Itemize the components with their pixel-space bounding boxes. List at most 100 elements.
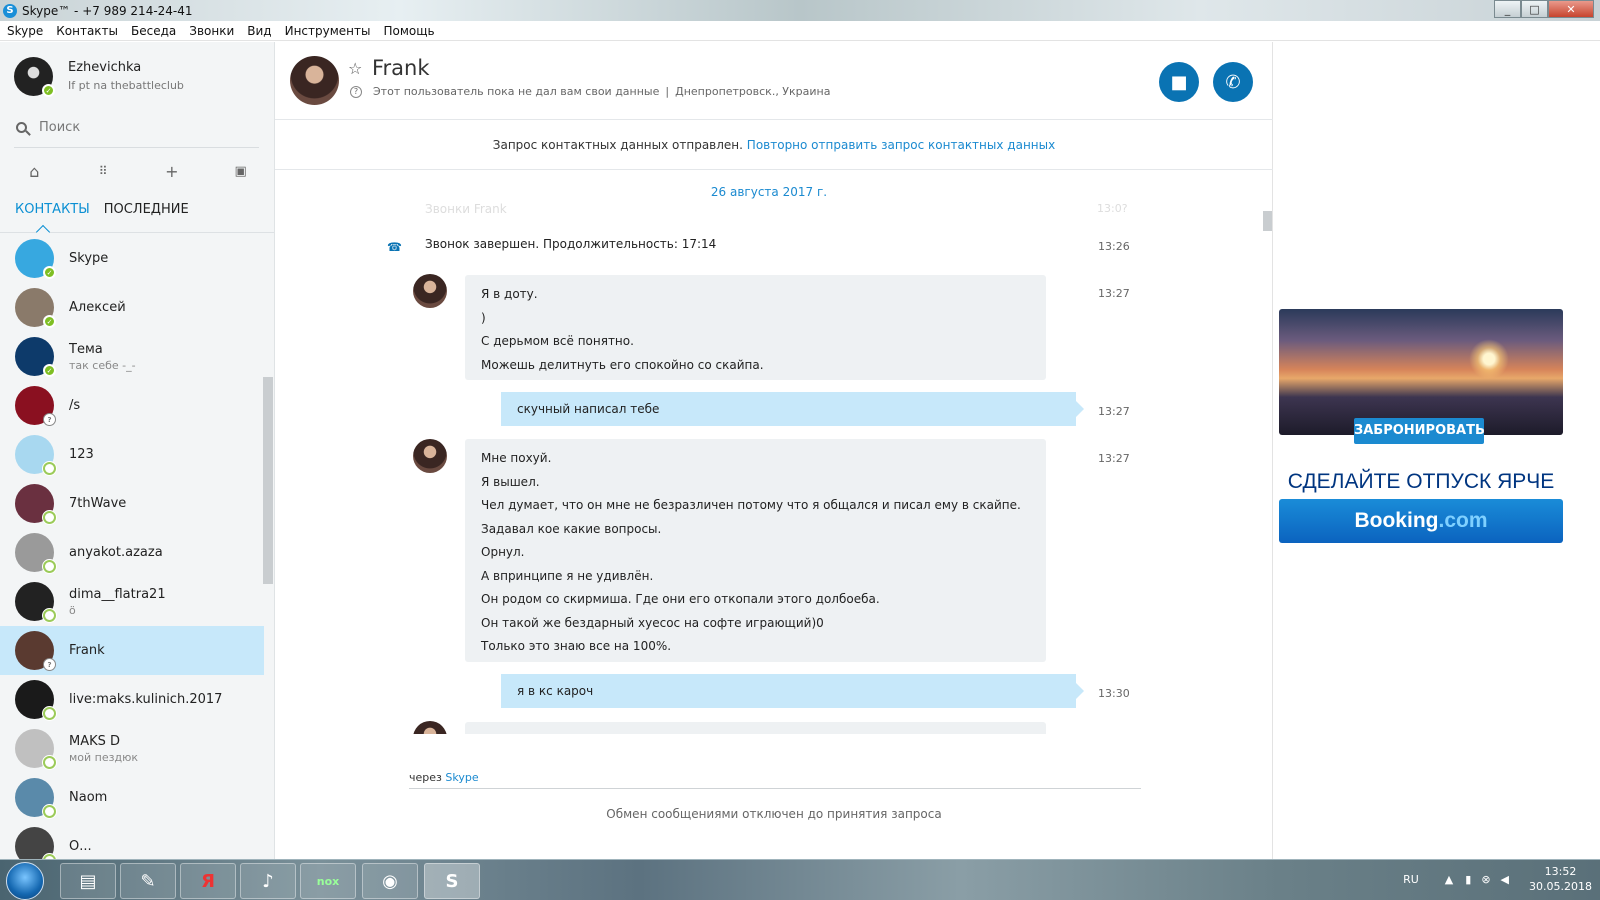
resend-request-link[interactable]: Повторно отправить запрос контактных дан… — [747, 138, 1055, 152]
notes-app-icon[interactable]: ✎ — [120, 863, 176, 899]
chrome-icon[interactable]: ◉ — [362, 863, 418, 899]
contact-avatar: ✓ — [15, 337, 56, 377]
booking-logo[interactable]: Booking.com — [1279, 499, 1563, 543]
contact-request-banner: Запрос контактных данных отправлен. Повт… — [275, 120, 1273, 170]
contact-avatar — [15, 533, 56, 573]
menu-conversation[interactable]: Беседа — [131, 24, 176, 38]
sender-avatar[interactable] — [413, 721, 447, 734]
sender-avatar[interactable] — [413, 439, 447, 473]
via-skype-link[interactable]: Skype — [445, 771, 478, 784]
contact-details: ? Этот пользователь пока не дал вам свои… — [350, 85, 830, 98]
contact-mood: мой пездюк — [69, 750, 138, 764]
contact-name: О... — [69, 839, 92, 854]
explorer-icon[interactable]: ▤ — [60, 863, 116, 899]
message-history: 26 августа 2017 г. Звонки Frank 13:0? ☎ … — [275, 171, 1273, 734]
dialpad-icon[interactable]: ⠿ — [89, 164, 117, 178]
tab-recent[interactable]: ПОСЛЕДНИЕ — [104, 202, 189, 217]
contact-item[interactable]: live:maks.kulinich.2017 — [0, 675, 264, 724]
menu-skype[interactable]: Skype — [7, 24, 43, 38]
search-placeholder: Поиск — [39, 120, 81, 135]
message-line: Он родом со скирмиша. Где они его откопа… — [481, 592, 880, 606]
contact-avatar[interactable] — [290, 56, 339, 105]
contact-name: Алексей — [69, 300, 126, 315]
message-line: Задавал кое какие вопросы. — [481, 521, 662, 536]
nox-icon[interactable]: nox — [300, 863, 356, 899]
conversation-pane: ☆ Frank ? Этот пользователь пока не дал … — [275, 42, 1273, 859]
contact-location: Днепропетровск., Украина — [675, 85, 831, 98]
contact-name: anyakot.azaza — [69, 545, 163, 560]
menu-bar: Skype Контакты Беседа Звонки Вид Инструм… — [0, 21, 1600, 41]
contact-item[interactable]: О... — [0, 822, 264, 859]
conversation-scrollbar[interactable] — [1263, 211, 1272, 231]
incoming-message: Я в доту.) С дерьмом всё понятно. Можешь д… — [465, 275, 1046, 380]
search-box[interactable]: Поиск — [16, 120, 80, 135]
tab-contacts[interactable]: КОНТАКТЫ — [15, 202, 90, 217]
maximize-button[interactable]: □ — [1521, 0, 1548, 18]
profile-name: Ezhevichka — [68, 60, 142, 75]
add-icon[interactable]: + — [158, 162, 186, 181]
contact-item[interactable]: ✓ Алексей — [0, 283, 264, 332]
yandex-icon[interactable]: Я — [180, 863, 236, 899]
menu-calls[interactable]: Звонки — [189, 24, 234, 38]
my-avatar[interactable]: ✓ — [14, 57, 55, 97]
contact-avatar — [15, 435, 56, 475]
message-line: Чел думает, что он мне не безразличен по… — [481, 498, 1021, 512]
ad-book-button[interactable]: ЗАБРОНИРОВАТЬ — [1354, 418, 1485, 444]
title-bar: S Skype™ - +7 989 214-24-41 _ □ ✕ — [0, 0, 1600, 21]
ad-image[interactable] — [1279, 309, 1563, 435]
video-call-button[interactable]: ■ — [1159, 62, 1199, 102]
contact-item[interactable]: 123 — [0, 430, 264, 479]
online-status-icon: ✓ — [43, 266, 56, 279]
sender-avatar[interactable] — [413, 274, 447, 308]
skype-taskbar-icon[interactable]: S — [424, 863, 480, 899]
ad-headline[interactable]: СДЕЛАЙТЕ ОТПУСК ЯРЧЕ — [1279, 470, 1563, 494]
minimize-button[interactable]: _ — [1494, 0, 1521, 18]
contact-item[interactable]: Naom — [0, 773, 264, 822]
contact-item[interactable]: dima__flatra21 ö — [0, 577, 264, 626]
menu-view[interactable]: Вид — [247, 24, 271, 38]
message-line: Орнул. — [481, 545, 525, 559]
contact-item[interactable]: ✓ Тема так себе -_- — [0, 332, 264, 381]
contact-item[interactable]: 7thWave — [0, 479, 264, 528]
security-icon[interactable]: ⊗ — [1481, 873, 1490, 886]
show-hidden-icons-icon[interactable]: ▲ — [1445, 873, 1453, 886]
contact-avatar — [15, 729, 56, 769]
sidebar: ✓ Ezhevichka If pt na thebattleclub Поис… — [0, 42, 275, 859]
message-line: Можешь делитнуть его спокойно со скайпа. — [481, 357, 764, 372]
faded-call-line: Звонки Frank — [425, 202, 507, 216]
start-button[interactable] — [6, 862, 44, 900]
audio-app-icon[interactable]: ♪ — [240, 863, 296, 899]
contact-name: MAKS D — [69, 733, 121, 749]
home-icon[interactable]: ⌂ — [20, 162, 48, 181]
menu-contacts[interactable]: Контакты — [56, 24, 118, 38]
close-button[interactable]: ✕ — [1548, 0, 1594, 18]
favorite-star-icon[interactable]: ☆ — [348, 59, 362, 78]
clock[interactable]: 13:52 30.05.2018 — [1529, 864, 1592, 894]
menu-help[interactable]: Помощь — [383, 24, 434, 38]
window-title: Skype™ - +7 989 214-24-41 — [22, 3, 193, 18]
my-profile[interactable]: ✓ Ezhevichka If pt na thebattleclub — [14, 57, 184, 97]
menu-tools[interactable]: Инструменты — [285, 24, 371, 38]
contact-avatar: ✓ — [15, 288, 56, 328]
audio-call-button[interactable]: ✆ — [1213, 62, 1253, 102]
offline-status-icon — [43, 462, 56, 475]
volume-icon[interactable]: ◀ — [1501, 873, 1509, 886]
contact-item[interactable]: anyakot.azaza — [0, 528, 264, 577]
language-indicator[interactable]: RU — [1403, 873, 1419, 886]
contact-item[interactable]: ? Frank — [0, 626, 264, 675]
call-ended-event: ☎ Звонок завершен. Продолжительность: 17… — [387, 237, 945, 257]
contact-item[interactable]: MAKS Dмой пездюк — [0, 724, 264, 773]
contact-name: dima__flatra21 — [69, 586, 166, 602]
network-icon[interactable]: ▮ — [1465, 873, 1471, 886]
sidebar-scrollbar[interactable] — [263, 377, 273, 584]
contact-item[interactable]: ? /s — [0, 381, 264, 430]
new-chat-icon[interactable]: ▣ — [227, 164, 255, 179]
timestamp: 13:27 — [1098, 405, 1130, 418]
timestamp: 13:27 — [1098, 287, 1130, 300]
incoming-message: Мне похуй. Я вышел. Чел думает, что он мне… — [465, 439, 1046, 662]
contact-avatar — [15, 582, 56, 622]
online-status-icon: ✓ — [43, 315, 56, 328]
offline-status-icon — [43, 756, 56, 769]
contact-item[interactable]: ✓ Skype — [0, 234, 264, 283]
window-controls: _ □ ✕ — [1494, 0, 1594, 18]
